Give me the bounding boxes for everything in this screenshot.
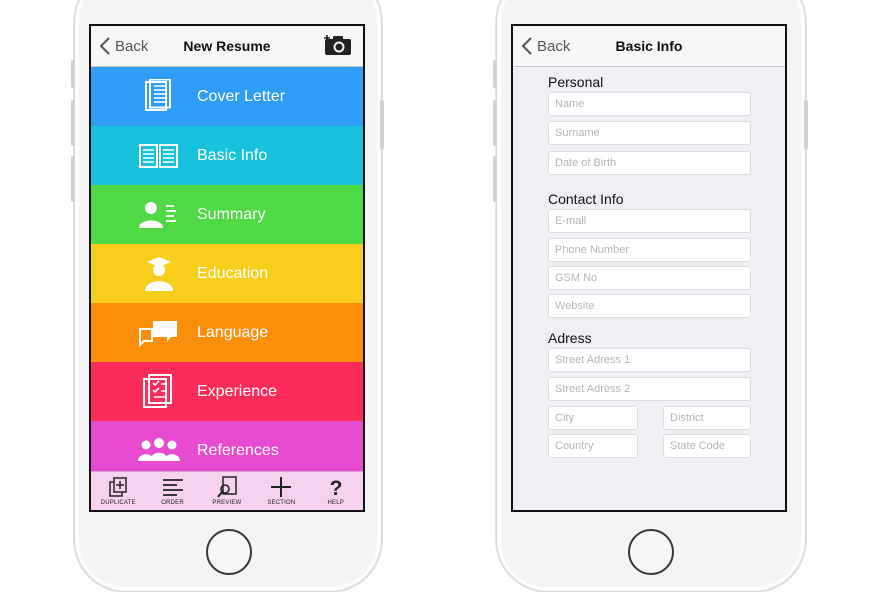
graduate-icon — [145, 257, 173, 291]
back-label: Back — [537, 37, 571, 55]
plus-icon — [271, 477, 292, 497]
home-button[interactable] — [206, 529, 252, 575]
menu-item-summary[interactable]: Summary — [91, 185, 363, 244]
chevron-left-icon — [99, 37, 110, 55]
help-button[interactable]: ? HELP — [309, 472, 363, 510]
back-button[interactable]: Back — [99, 26, 148, 66]
menu-item-education[interactable]: Education — [91, 244, 363, 303]
menu-item-label: Cover Letter — [197, 87, 286, 105]
menu-item-label: Experience — [197, 382, 278, 400]
toolbar-label: PREVIEW — [212, 500, 242, 506]
back-label: Back — [115, 37, 149, 55]
menu-item-cover-letter[interactable]: Cover Letter — [91, 67, 363, 126]
camera-icon — [324, 35, 351, 55]
volume-down-button — [71, 156, 75, 202]
volume-down-button — [493, 156, 497, 202]
menu-item-label: Basic Info — [197, 146, 268, 164]
checklist-icon — [143, 374, 172, 408]
menu-item-basic-info[interactable]: Basic Info — [91, 126, 363, 185]
toolbar-label: HELP — [327, 500, 344, 506]
email-field[interactable] — [548, 209, 751, 233]
phone-number-field[interactable] — [548, 238, 751, 262]
volume-up-button — [493, 100, 497, 146]
menu-item-label: Summary — [197, 205, 266, 223]
district-field[interactable] — [663, 406, 751, 430]
bottom-toolbar: DUPLICATE ORDER PREVIEW SECTION ? HELP — [91, 471, 363, 510]
section-heading-contact: Contact Info — [548, 191, 624, 207]
duplicate-button[interactable]: DUPLICATE — [91, 472, 145, 510]
person-summary-icon — [139, 202, 176, 228]
city-field[interactable] — [548, 406, 638, 430]
toolbar-label: ORDER — [161, 500, 184, 506]
menu-item-language[interactable]: Language — [91, 303, 363, 362]
country-field[interactable] — [548, 434, 638, 458]
document-list-icon — [145, 79, 171, 111]
section-heading-address: Adress — [548, 330, 592, 346]
add-section-button[interactable]: SECTION — [254, 472, 308, 510]
preview-icon — [217, 476, 237, 498]
menu-item-label: References — [197, 441, 279, 459]
duplicate-icon — [109, 477, 127, 497]
order-button[interactable]: ORDER — [146, 472, 200, 510]
question-icon: ? — [329, 477, 342, 498]
people-group-icon — [138, 438, 180, 461]
nav-bar: Back New Resume — [91, 26, 363, 67]
state-code-field[interactable] — [663, 434, 751, 458]
surname-field[interactable] — [548, 121, 751, 145]
toolbar-label: DUPLICATE — [100, 500, 136, 506]
new-resume-screen: Back New Resume Cover Letter Basic Info … — [89, 24, 365, 512]
street-address-2-field[interactable] — [548, 377, 751, 401]
menu-item-label: Language — [197, 323, 269, 341]
website-field[interactable] — [548, 294, 751, 318]
add-photo-button[interactable] — [323, 34, 353, 61]
id-card-icon — [139, 144, 178, 168]
street-address-1-field[interactable] — [548, 348, 751, 372]
nav-bar: Back Basic Info — [513, 26, 785, 67]
svg-text:?: ? — [329, 477, 342, 498]
section-menu: Cover Letter Basic Info Summary Educatio… — [91, 67, 363, 480]
basic-info-screen: Back Basic Info Personal Contact Info Ad… — [511, 24, 787, 512]
mute-switch — [493, 60, 497, 88]
section-heading-personal: Personal — [548, 74, 604, 90]
name-field[interactable] — [548, 92, 751, 116]
gsm-number-field[interactable] — [548, 266, 751, 290]
back-button[interactable]: Back — [521, 26, 570, 66]
menu-item-label: Education — [197, 264, 269, 282]
volume-up-button — [71, 100, 75, 146]
speech-bubbles-icon — [139, 321, 177, 348]
preview-button[interactable]: PREVIEW — [200, 472, 254, 510]
toolbar-label: SECTION — [267, 500, 296, 506]
lines-icon — [162, 479, 183, 496]
date-of-birth-field[interactable] — [548, 151, 751, 175]
power-button — [804, 100, 808, 150]
chevron-left-icon — [521, 37, 532, 55]
menu-item-experience[interactable]: Experience — [91, 362, 363, 421]
mute-switch — [71, 60, 75, 88]
power-button — [380, 100, 384, 150]
home-button[interactable] — [628, 529, 674, 575]
